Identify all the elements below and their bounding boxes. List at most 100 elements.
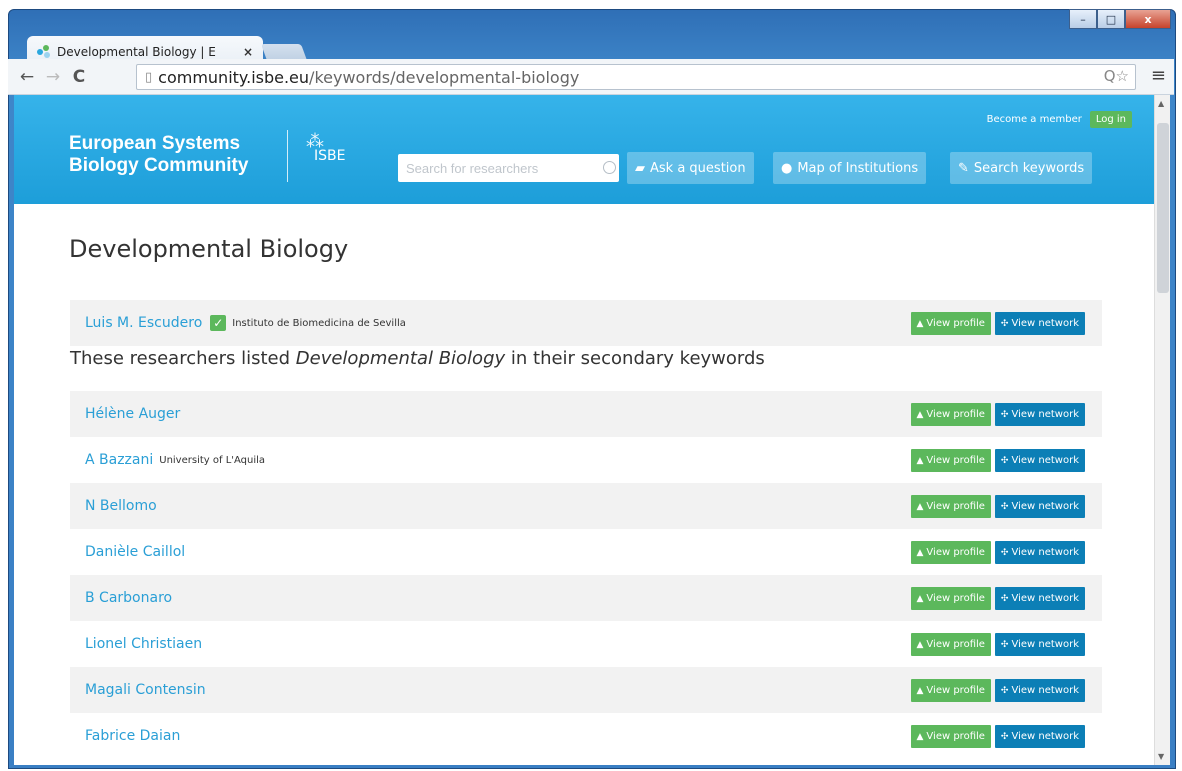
brand-divider — [287, 130, 288, 182]
view-network-button[interactable]: ✣ View network — [994, 403, 1085, 426]
forward-arrow-icon[interactable]: → — [40, 67, 66, 87]
researcher-name-link[interactable]: Magali Contensin — [85, 682, 206, 698]
primary-researcher-row: Luis M. Escudero ✓ Instituto de Biomedic… — [70, 300, 1102, 346]
scroll-down-arrow-icon[interactable]: ▼ — [1158, 752, 1164, 761]
user-icon: ▲ — [916, 455, 924, 466]
view-profile-button[interactable]: ▲ View profile — [910, 541, 991, 564]
scroll-up-arrow-icon[interactable]: ▲ — [1158, 99, 1164, 108]
zoom-bookmark-icons[interactable]: Q☆ — [1104, 67, 1129, 85]
user-icon: ▲ — [916, 685, 924, 696]
view-profile-button[interactable]: ▲ View profile — [910, 403, 991, 426]
view-network-button[interactable]: ✣ View network — [994, 449, 1085, 472]
researcher-row: N Bellomo ▲ View profile ✣ View network — [70, 483, 1102, 529]
scrollbar-thumb[interactable] — [1157, 123, 1169, 293]
researcher-name-link[interactable]: Danièle Caillol — [85, 544, 185, 560]
tab-title: Developmental Biology | E — [57, 45, 216, 59]
view-network-button[interactable]: ✣ View network — [994, 495, 1085, 518]
user-icon: ▲ — [916, 547, 924, 558]
page-viewport: European Systems Biology Community ⁂ ISB… — [14, 95, 1154, 765]
view-profile-button[interactable]: ▲ View profile — [910, 312, 991, 335]
minimize-button[interactable]: – — [1069, 9, 1097, 29]
account-links: Become a member Log in — [987, 111, 1132, 128]
maximize-button[interactable]: □ — [1097, 9, 1125, 29]
researcher-name-link[interactable]: A Bazzani — [85, 452, 153, 468]
secondary-keyword: Developmental Biology — [295, 348, 506, 369]
ask-question-label: Ask a question — [650, 160, 746, 176]
secondary-suffix: in their secondary keywords — [505, 348, 765, 369]
view-profile-label: View profile — [926, 593, 985, 604]
researcher-row: Lionel Christiaen ▲ View profile ✣ View netw… — [70, 621, 1102, 667]
view-profile-button[interactable]: ▲ View profile — [910, 633, 991, 656]
view-network-label: View network — [1011, 685, 1079, 696]
researcher-institution: University of L'Aquila — [159, 454, 266, 466]
ask-question-button[interactable]: ▰ Ask a question — [627, 152, 754, 184]
search-keywords-button[interactable]: ✎ Search keywords — [950, 152, 1093, 184]
row-actions: ▲ View profile ✣ View network — [907, 633, 1085, 656]
network-icon: ✣ — [1000, 409, 1009, 420]
view-network-label: View network — [1011, 318, 1079, 329]
map-institutions-label: Map of Institutions — [797, 160, 919, 176]
view-profile-button[interactable]: ▲ View profile — [910, 725, 991, 748]
network-icon: ✣ — [1000, 731, 1009, 742]
row-actions: ▲ View profile ✣ View network — [907, 679, 1085, 702]
researcher-name-link[interactable]: Hélène Auger — [85, 406, 180, 422]
back-arrow-icon[interactable]: ← — [14, 67, 40, 87]
view-network-label: View network — [1011, 547, 1079, 558]
network-icon: ✣ — [1000, 318, 1009, 329]
view-profile-button[interactable]: ▲ View profile — [910, 679, 991, 702]
researcher-row: Hélène Auger ▲ View profile ✣ View network — [70, 391, 1102, 437]
reload-icon[interactable]: C — [66, 67, 92, 87]
browser-toolbar: ← → C ▯ community.isbe.eu/keywords/devel… — [8, 59, 1174, 95]
page-scrollbar[interactable]: ▲ ▼ — [1154, 95, 1170, 765]
close-window-button[interactable]: x — [1125, 9, 1171, 29]
view-network-label: View network — [1011, 409, 1079, 420]
researcher-name-link[interactable]: Lionel Christiaen — [85, 636, 202, 652]
row-actions: ▲ View profile ✣ View network — [907, 725, 1085, 748]
view-profile-button[interactable]: ▲ View profile — [910, 495, 991, 518]
row-actions: ▲ View profile ✣ View network — [907, 541, 1085, 564]
address-bar[interactable]: ▯ community.isbe.eu/keywords/development… — [136, 64, 1136, 90]
user-icon: ▲ — [916, 318, 924, 329]
bird-icon: ⁂ — [306, 131, 324, 152]
url-path: /keywords/developmental-biology — [309, 67, 580, 87]
speech-bubble-icon: ▰ — [635, 160, 645, 176]
view-network-button[interactable]: ✣ View network — [994, 725, 1085, 748]
view-network-button[interactable]: ✣ View network — [994, 633, 1085, 656]
user-icon: ▲ — [916, 501, 924, 512]
row-actions: ▲ View profile ✣ View network — [907, 403, 1085, 426]
researcher-name-link[interactable]: B Carbonaro — [85, 590, 172, 606]
researcher-name-link[interactable]: Luis M. Escudero — [85, 315, 202, 331]
row-actions: ▲ View profile ✣ View network — [907, 587, 1085, 610]
map-institutions-button[interactable]: ● Map of Institutions — [773, 152, 927, 184]
brand-line-2: Biology Community — [69, 155, 249, 176]
login-button[interactable]: Log in — [1089, 111, 1132, 128]
user-icon: ▲ — [916, 593, 924, 604]
view-profile-label: View profile — [926, 501, 985, 512]
view-network-button[interactable]: ✣ View network — [994, 679, 1085, 702]
network-icon: ✣ — [1000, 501, 1009, 512]
view-network-label: View network — [1011, 455, 1079, 466]
page-icon: ▯ — [145, 69, 153, 85]
view-network-button[interactable]: ✣ View network — [994, 541, 1085, 564]
verified-check-icon: ✓ — [210, 315, 227, 331]
view-network-button[interactable]: ✣ View network — [994, 312, 1085, 335]
researcher-name-link[interactable]: N Bellomo — [85, 498, 157, 514]
researcher-row: B Carbonaro ▲ View profile ✣ View network — [70, 575, 1102, 621]
brand-logo[interactable]: European Systems Biology Community — [69, 133, 248, 177]
row-actions: ▲ View profile ✣ View network — [907, 312, 1085, 335]
view-profile-label: View profile — [926, 409, 985, 420]
tab-close-icon[interactable]: × — [243, 45, 253, 59]
become-member-link[interactable]: Become a member — [987, 114, 1082, 125]
researcher-name-link[interactable]: Fabrice Daian — [85, 728, 180, 744]
view-profile-button[interactable]: ▲ View profile — [910, 587, 991, 610]
chrome-menu-icon[interactable]: ≡ — [1151, 65, 1166, 86]
network-icon: ✣ — [1000, 455, 1009, 466]
search-keywords-label: Search keywords — [973, 160, 1085, 176]
view-profile-button[interactable]: ▲ View profile — [910, 449, 991, 472]
view-network-button[interactable]: ✣ View network — [994, 587, 1085, 610]
isbe-favicon-icon — [37, 45, 51, 59]
researcher-search-input[interactable] — [398, 154, 619, 182]
isbe-logo[interactable]: ⁂ ISBE — [306, 131, 345, 164]
view-profile-label: View profile — [926, 639, 985, 650]
row-actions: ▲ View profile ✣ View network — [907, 449, 1085, 472]
